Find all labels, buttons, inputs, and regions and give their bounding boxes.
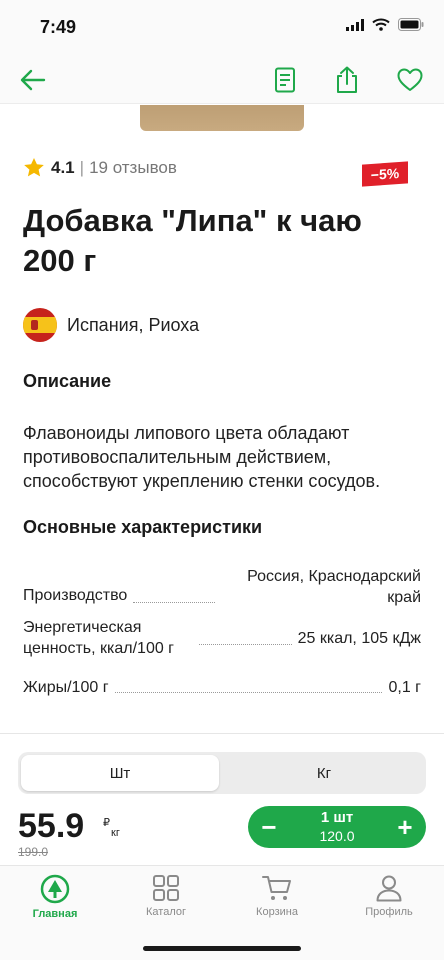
grid-icon bbox=[153, 875, 179, 901]
quantity-total: 120.0 bbox=[319, 828, 355, 844]
unit-option-pieces[interactable]: Шт bbox=[21, 755, 219, 791]
increase-quantity-button[interactable]: + bbox=[384, 806, 426, 848]
share-icon bbox=[337, 66, 357, 93]
quantity-count: 1 шт bbox=[320, 809, 354, 826]
tab-label: Корзина bbox=[256, 906, 298, 918]
home-indicator bbox=[143, 946, 301, 951]
price-unit: ₽ кг bbox=[103, 818, 120, 839]
arrow-left-icon bbox=[20, 69, 46, 91]
spec-label: Энергетическая ценность, ккал/100 г bbox=[23, 619, 175, 657]
back-button[interactable] bbox=[15, 62, 51, 98]
quantity-stepper: − 1 шт 120.0 + bbox=[248, 806, 426, 848]
spec-label: Производство bbox=[23, 587, 128, 604]
origin-row: Испания, Риоха bbox=[23, 308, 199, 342]
spec-leader bbox=[114, 692, 383, 693]
unit-toggle[interactable]: Шт Кг bbox=[18, 752, 426, 794]
spec-value: 25 ккал, 105 кДж bbox=[297, 630, 421, 647]
spec-value: 0,1 г bbox=[388, 679, 421, 696]
spec-row: Энергетическая ценность, ккал/100 г 25 к… bbox=[23, 617, 421, 659]
share-button[interactable] bbox=[329, 62, 365, 98]
description-text: Флавоноиды липового цвета обладают проти… bbox=[23, 423, 381, 491]
unit-option-kg[interactable]: Кг bbox=[225, 755, 423, 791]
spain-flag-icon bbox=[23, 308, 57, 342]
user-icon bbox=[376, 875, 402, 902]
spec-row: Жиры/100 г 0,1 г bbox=[23, 677, 421, 698]
quantity-display: 1 шт 120.0 bbox=[290, 809, 384, 845]
star-icon bbox=[24, 158, 44, 177]
document-icon bbox=[275, 67, 295, 93]
heart-icon bbox=[397, 68, 423, 91]
spec-leader bbox=[199, 644, 292, 645]
spec-leader bbox=[133, 602, 215, 603]
tab-home[interactable]: Главная bbox=[11, 874, 99, 920]
status-icons bbox=[346, 18, 424, 31]
signal-icon bbox=[346, 18, 364, 31]
discount-badge: −5% bbox=[362, 161, 408, 187]
price-value: 55.9 bbox=[18, 807, 85, 845]
reviews-count[interactable]: 19 отзывов bbox=[89, 158, 177, 178]
top-nav-bar bbox=[0, 56, 444, 104]
specs-heading: Основные характеристики bbox=[23, 517, 263, 537]
status-time: 7:49 bbox=[40, 17, 77, 37]
spec-value: Россия, Краснодарский край bbox=[247, 568, 421, 606]
product-image bbox=[140, 105, 304, 131]
rating-value: 4.1 bbox=[51, 157, 75, 177]
favorite-button[interactable] bbox=[392, 62, 428, 98]
battery-icon bbox=[398, 18, 424, 31]
cart-icon bbox=[262, 876, 291, 900]
document-button[interactable] bbox=[267, 62, 303, 98]
tab-profile[interactable]: Профиль bbox=[345, 874, 433, 918]
home-logo-icon bbox=[40, 874, 70, 904]
product-title: Добавка "Липа" к чаю 200 г bbox=[23, 203, 362, 278]
tab-label: Главная bbox=[32, 908, 78, 920]
spec-label: Жиры/100 г bbox=[23, 679, 109, 696]
tab-label: Каталог bbox=[146, 906, 186, 918]
product-details[interactable]: 4.1 | 19 отзывов −5% Добавка "Липа" к ча… bbox=[0, 105, 444, 733]
spec-row: Производство Россия, Краснодарский край bbox=[23, 566, 421, 608]
description-heading: Описание bbox=[23, 371, 112, 391]
price-per-unit: кг bbox=[111, 827, 120, 839]
status-bar: 7:49 bbox=[0, 0, 444, 56]
old-price: 199.0 bbox=[18, 845, 49, 859]
tab-cart[interactable]: Корзина bbox=[233, 874, 321, 918]
rating-row[interactable]: 4.1 | 19 отзывов bbox=[23, 157, 177, 178]
wifi-icon bbox=[372, 18, 390, 31]
tab-bar: Главная Каталог Корзина Профиль bbox=[0, 865, 444, 960]
rating-separator: | bbox=[79, 157, 85, 177]
tab-label: Профиль bbox=[365, 906, 413, 918]
origin-text: Испания, Риоха bbox=[67, 314, 200, 335]
decrease-quantity-button[interactable]: − bbox=[248, 806, 290, 848]
purchase-panel: Шт Кг 55.9 ₽ кг 199.0 − 1 шт 120.0 + bbox=[0, 733, 444, 865]
tab-catalog[interactable]: Каталог bbox=[122, 874, 210, 918]
